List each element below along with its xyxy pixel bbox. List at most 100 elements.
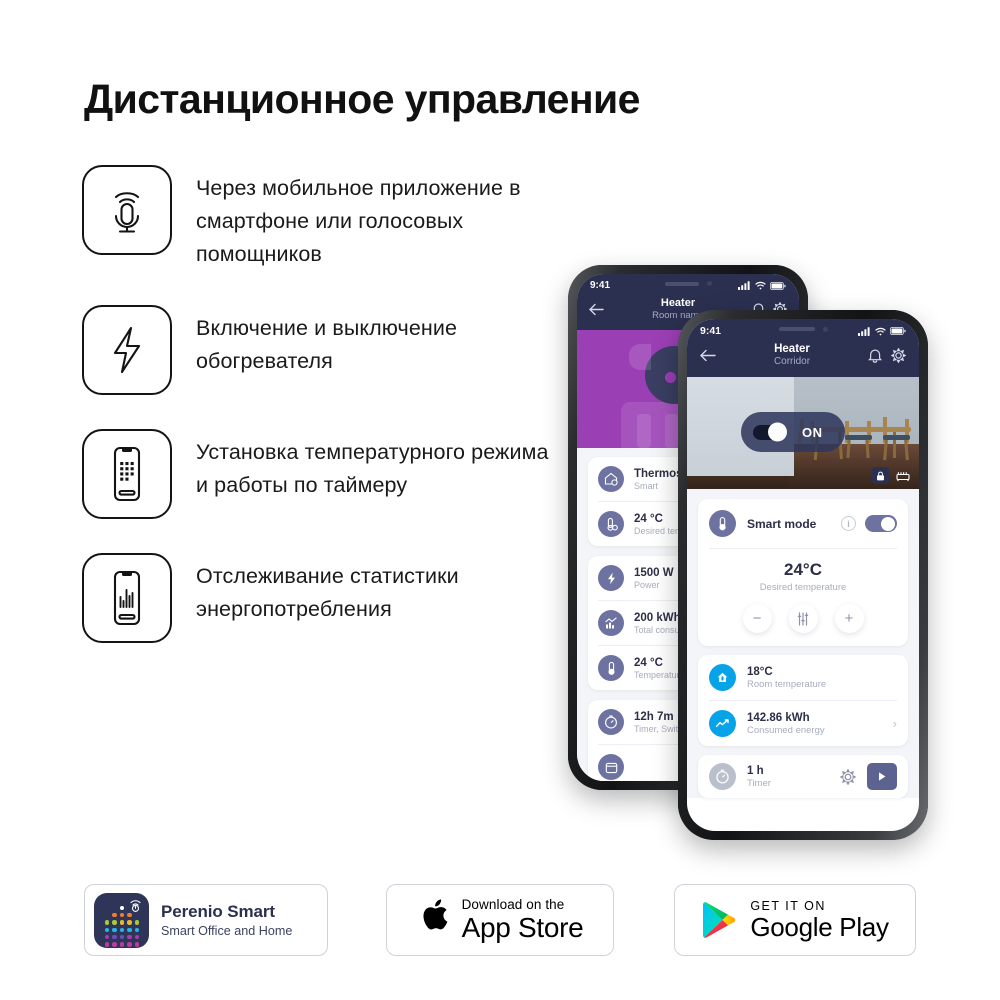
- perenio-app-icon: [94, 892, 149, 950]
- energy-chart-icon: [709, 710, 736, 737]
- timer-icon: [709, 763, 736, 790]
- timer-card: 1 h Timer: [698, 755, 908, 798]
- smart-mode-label: Smart mode: [747, 516, 817, 531]
- perenio-tagline: Smart Office and Home: [161, 924, 293, 938]
- timer-play-button[interactable]: [867, 763, 897, 790]
- stat-row-consumed-energy[interactable]: 142.86 kWh Consumed energy ›: [709, 701, 897, 746]
- nav-bar: Heater Corridor: [687, 339, 919, 377]
- status-time: 9:41: [700, 325, 722, 337]
- feature-item-power: Включение и выключение обогревателя: [82, 305, 552, 395]
- stat-value: 18°C: [747, 665, 773, 678]
- bell-icon[interactable]: [868, 348, 882, 363]
- smart-mode-row[interactable]: Smart mode i: [709, 499, 897, 548]
- temperature-increase-button[interactable]: +: [834, 604, 864, 633]
- feature-item-statistics: Отслеживание статистики энергопотреблени…: [82, 553, 552, 643]
- list-item-label: Power: [634, 579, 660, 590]
- smart-mode-toggle[interactable]: [865, 515, 897, 532]
- dot-row: [103, 905, 141, 910]
- dot-row: [103, 920, 141, 925]
- bolt-icon: [598, 565, 624, 591]
- signal-icon: [858, 326, 870, 336]
- hero-badges: [872, 467, 911, 484]
- feature-item-label: Отслеживание статистики энергопотреблени…: [196, 564, 459, 621]
- timer-settings-gear-icon[interactable]: [840, 768, 856, 785]
- lock-icon[interactable]: [872, 467, 889, 484]
- status-time: 9:41: [590, 280, 611, 291]
- page-title: Дистанционное управление: [84, 76, 640, 122]
- hero-decoration-2: [637, 414, 651, 448]
- toggle-knob: [881, 516, 895, 531]
- notch: [640, 274, 736, 293]
- google-play-icon: [701, 899, 739, 941]
- perenio-name: Perenio Smart: [161, 902, 275, 921]
- divider: [709, 548, 897, 549]
- google-play-badge[interactable]: GET IT ON Google Play: [674, 884, 916, 956]
- furniture-icon[interactable]: [894, 467, 911, 484]
- toggle-knob: [768, 422, 787, 442]
- nav-title-main: Heater: [660, 297, 696, 309]
- wifi-icon: [875, 327, 886, 335]
- notch: [753, 319, 853, 339]
- signal-icon: [738, 281, 750, 290]
- perenio-smart-badge[interactable]: Perenio Smart Smart Office and Home: [84, 884, 328, 956]
- google-play-small-label: GET IT ON: [750, 898, 826, 913]
- chevron-right-icon[interactable]: ›: [893, 716, 897, 731]
- thermometer-icon: [598, 655, 624, 681]
- stat-row-room-temperature[interactable]: 18°C Room temperature: [709, 655, 897, 700]
- nav-title-sub: Corridor: [773, 356, 811, 367]
- front-phone-screen: 9:41 Heater Corridor ON Smart mode i 24°…: [687, 319, 919, 831]
- nav-title: Heater Corridor: [716, 343, 868, 367]
- calendar-icon: [598, 754, 624, 780]
- thermostat-smart-icon: [598, 466, 624, 492]
- home-temp-icon: [709, 664, 736, 691]
- info-icon[interactable]: i: [841, 516, 856, 531]
- gear-icon[interactable]: [891, 347, 906, 363]
- hero-arc: [629, 344, 651, 370]
- stat-value: 142.86 kWh: [747, 711, 810, 724]
- chart-icon: [598, 610, 624, 636]
- front-camera: [822, 326, 828, 332]
- google-play-big-label: Google Play: [750, 912, 889, 943]
- wifi-icon: [755, 281, 766, 290]
- front-phone: 9:41 Heater Corridor ON Smart mode i 24°…: [678, 310, 928, 840]
- list-item-text: 24 °C Temperature: [634, 657, 685, 680]
- perenio-badge-text: Perenio Smart Smart Office and Home: [161, 902, 292, 938]
- dot-grid: [103, 905, 141, 950]
- temperature-settings-button[interactable]: [788, 604, 818, 633]
- list-item-text: 1500 W Power: [634, 567, 674, 590]
- timer-row[interactable]: 1 h Timer: [709, 755, 897, 798]
- temperature-controls: − +: [709, 604, 897, 633]
- power-toggle[interactable]: ON: [741, 412, 845, 452]
- dot-row: [103, 912, 141, 918]
- nav-title-main: Heater: [774, 343, 810, 355]
- power-toggle-label: ON: [802, 424, 823, 440]
- device-camera-preview[interactable]: ON: [687, 377, 919, 489]
- back-button[interactable]: [589, 303, 604, 316]
- dot-row: [103, 942, 141, 947]
- desired-temperature-label: Desired temperature: [759, 582, 847, 593]
- stats-card: 18°C Room temperature 142.86 kWh Consume…: [698, 655, 908, 746]
- hero-decoration-3: [665, 414, 679, 448]
- app-store-big-label: App Store: [461, 911, 584, 943]
- list-item-value: 24 °C: [634, 656, 663, 669]
- google-play-text: GET IT ON Google Play: [750, 898, 889, 943]
- microphone-voice-icon: [82, 165, 172, 255]
- stat-text: 142.86 kWh Consumed energy: [747, 712, 893, 736]
- list-item-value: 1500 W: [634, 566, 674, 579]
- dot-row: [103, 927, 141, 932]
- apple-logo-icon: [417, 899, 451, 941]
- back-button[interactable]: [700, 349, 716, 362]
- app-store-badge[interactable]: Download on the App Store: [386, 884, 614, 956]
- earpiece-speaker: [664, 281, 699, 286]
- feature-list: Через мобильное приложение в смартфоне и…: [82, 165, 552, 643]
- desired-temperature-value: 24°C: [784, 560, 822, 579]
- feature-item-temperature: Установка температурного режима и работы…: [82, 429, 552, 519]
- smart-mode-card: Smart mode i 24°C Desired temperature −: [698, 499, 908, 646]
- phone-statistics-icon: [82, 553, 172, 643]
- store-badges: Perenio Smart Smart Office and Home Down…: [0, 884, 1000, 958]
- feature-item-voice: Через мобильное приложение в смартфоне и…: [82, 165, 552, 271]
- front-phone-sheet: Smart mode i 24°C Desired temperature −: [687, 489, 919, 798]
- lightning-bolt-icon: [82, 305, 172, 395]
- timer-icon: [598, 709, 624, 735]
- temperature-decrease-button[interactable]: −: [742, 604, 772, 633]
